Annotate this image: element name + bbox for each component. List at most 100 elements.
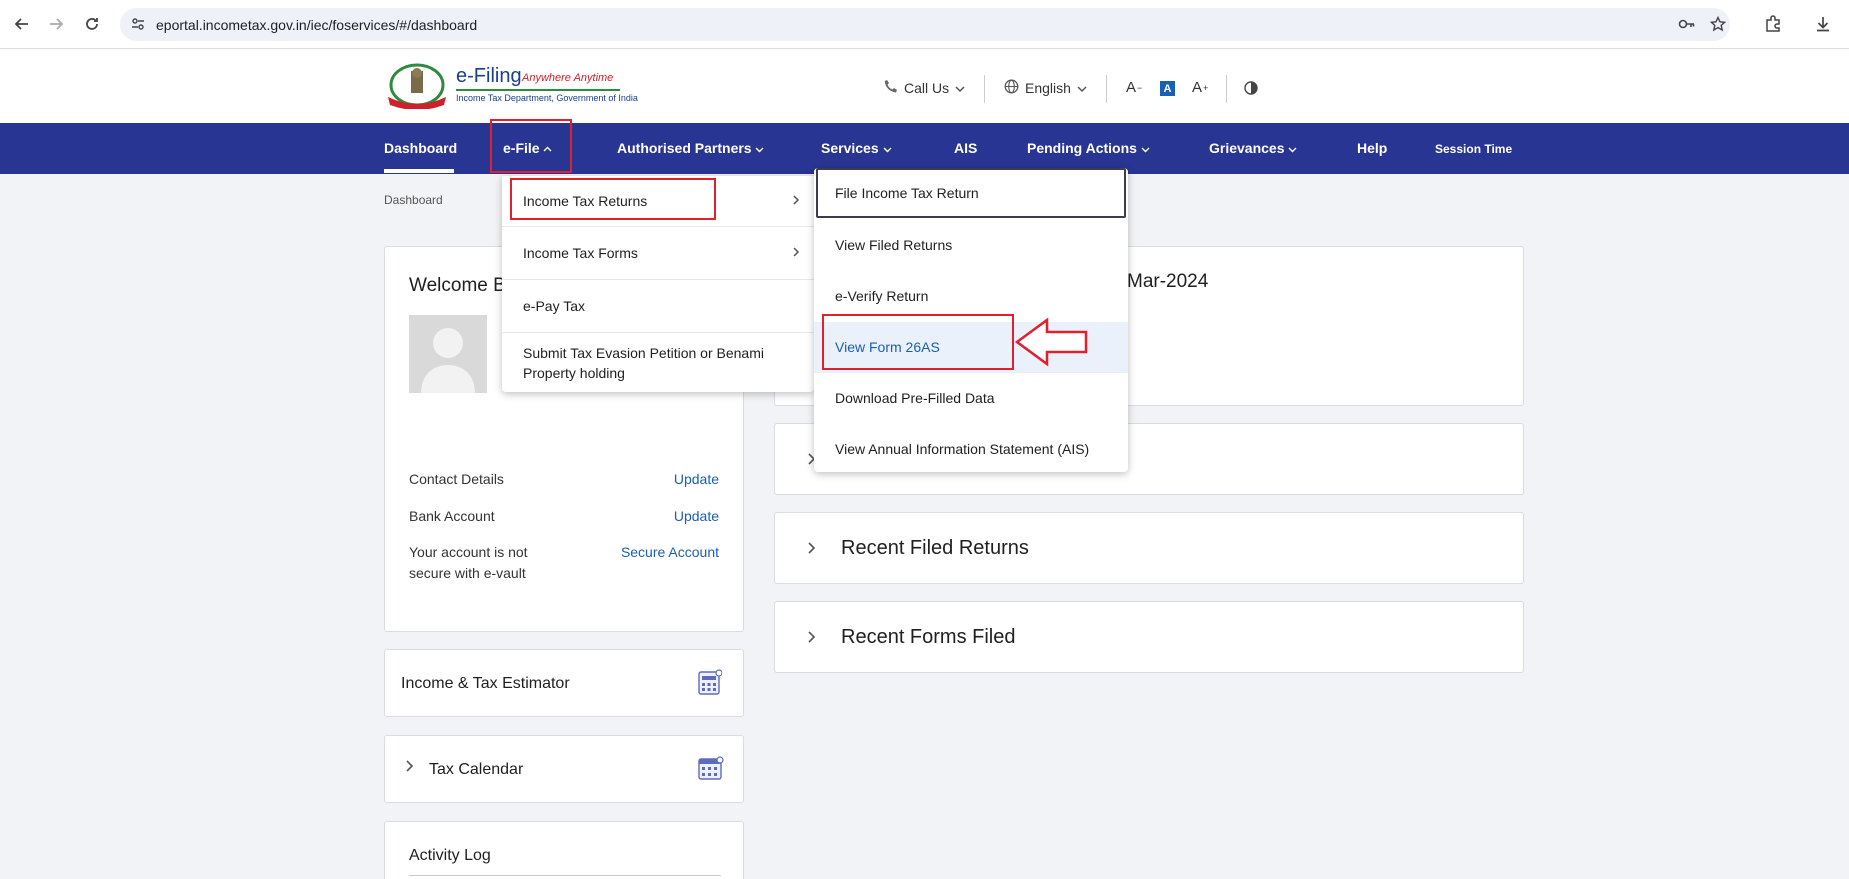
welcome-title: Welcome B: [409, 275, 506, 296]
bookmark-star-icon[interactable]: [1709, 15, 1727, 37]
globe-icon: [1004, 79, 1019, 97]
address-bar[interactable]: eportal.incometax.gov.in/iec/foservices/…: [120, 8, 1730, 41]
contact-details-label: Contact Details: [409, 471, 504, 487]
tax-estimator-title: Income & Tax Estimator: [401, 675, 570, 692]
logo-tagline: Anywhere Anytime: [522, 72, 614, 84]
nav-active-indicator: [384, 169, 454, 173]
session-time-label: Session Time: [1435, 142, 1513, 156]
chevron-down-icon: [955, 80, 965, 96]
menu-epay-tax-label: e-Pay Tax: [523, 298, 585, 314]
activity-log-card: Activity Log: [384, 821, 744, 879]
header-divider: [984, 75, 985, 103]
chevron-down-icon: [883, 140, 892, 156]
reload-icon[interactable]: [79, 11, 105, 37]
menu-income-tax-forms[interactable]: Income Tax Forms: [502, 227, 814, 280]
forward-icon[interactable]: [43, 11, 69, 37]
chevron-right-icon: [792, 176, 800, 227]
nav-pending-actions[interactable]: Pending Actions: [1027, 140, 1150, 156]
recent-filed-returns-title: Recent Filed Returns: [841, 537, 1029, 559]
nav-authorised-partners[interactable]: Authorised Partners: [617, 140, 764, 156]
url-text: eportal.incometax.gov.in/iec/foservices/…: [156, 17, 478, 33]
logo-title: e-Filing: [456, 65, 522, 87]
chevron-down-icon: [1141, 140, 1150, 156]
chevron-right-icon: [807, 630, 816, 649]
nav-services-label: Services: [821, 140, 879, 156]
menu-tax-evasion-petition[interactable]: Submit Tax Evasion Petition or Benami Pr…: [502, 333, 814, 392]
call-us-label: Call Us: [904, 79, 950, 96]
tax-calendar-title: Tax Calendar: [429, 761, 524, 778]
annotation-arrow-icon: [1014, 317, 1088, 367]
chevron-right-icon: [807, 541, 816, 560]
submenu-view-ais-label: View Annual Information Statement (AIS): [835, 441, 1090, 457]
bank-update-link[interactable]: Update: [674, 508, 719, 524]
nav-help[interactable]: Help: [1357, 140, 1387, 156]
font-increase-label: A: [1192, 79, 1203, 96]
submenu-view-filed-returns[interactable]: View Filed Returns: [814, 220, 1128, 271]
font-normal-button[interactable]: A: [1160, 81, 1175, 96]
avatar: [409, 315, 487, 393]
contact-update-link[interactable]: Update: [674, 471, 719, 487]
call-us-dropdown[interactable]: Call Us: [884, 79, 965, 96]
site-header: e-Filing Anywhere Anytime Income Tax Dep…: [0, 49, 1849, 123]
nav-ais[interactable]: AIS: [954, 140, 977, 156]
activity-divider: [409, 875, 721, 876]
font-increase-button[interactable]: A +: [1192, 79, 1208, 96]
annotation-box-form26as: [822, 314, 1014, 370]
phone-icon: [884, 79, 898, 96]
chevron-right-icon: [792, 227, 800, 280]
annotation-box-efile: [490, 119, 572, 173]
return-status-date: Mar-2024: [1127, 271, 1209, 292]
recent-filed-returns-card[interactable]: Recent Filed Returns: [774, 512, 1524, 584]
nav-grievances-label: Grievances: [1209, 140, 1285, 156]
nav-services[interactable]: Services: [821, 140, 892, 156]
breadcrumb[interactable]: Dashboard: [384, 193, 443, 207]
submenu-everify-return-label: e-Verify Return: [835, 288, 929, 304]
language-label: English: [1025, 80, 1071, 96]
calculator-icon: [698, 669, 723, 700]
activity-log-title: Activity Log: [409, 847, 491, 864]
secure-status-label: Your account is not secure with e-vault: [409, 544, 528, 581]
bank-account-label: Bank Account: [409, 508, 495, 524]
header-divider: [1106, 75, 1107, 103]
key-icon[interactable]: [1678, 16, 1696, 37]
font-normal-label: A: [1163, 82, 1172, 95]
menu-tax-evasion-petition-label: Submit Tax Evasion Petition or Benami Pr…: [523, 345, 764, 381]
submenu-file-itr-label: File Income Tax Return: [835, 185, 979, 201]
nav-grievances[interactable]: Grievances: [1209, 140, 1297, 156]
recent-forms-filed-card[interactable]: Recent Forms Filed: [774, 601, 1524, 673]
tax-calendar-card[interactable]: Tax Calendar: [384, 735, 744, 803]
browser-toolbar: eportal.incometax.gov.in/iec/foservices/…: [0, 0, 1849, 49]
calendar-icon: [698, 755, 724, 786]
emblem-logo-icon[interactable]: [384, 63, 450, 110]
language-dropdown[interactable]: English: [1004, 79, 1087, 97]
submenu-download-prefilled[interactable]: Download Pre-Filled Data: [814, 373, 1128, 424]
recent-forms-filed-title: Recent Forms Filed: [841, 626, 1016, 648]
contrast-toggle-icon[interactable]: [1244, 81, 1258, 95]
chevron-right-icon: [405, 759, 414, 778]
logo-subtitle: Income Tax Department, Government of Ind…: [456, 93, 638, 103]
nav-authorised-partners-label: Authorised Partners: [617, 140, 752, 156]
submenu-view-filed-returns-label: View Filed Returns: [835, 237, 953, 253]
chevron-down-icon: [755, 140, 764, 156]
download-icon[interactable]: [1810, 11, 1836, 37]
nav-dashboard[interactable]: Dashboard: [384, 140, 457, 156]
nav-pending-actions-label: Pending Actions: [1027, 140, 1137, 156]
back-icon[interactable]: [9, 11, 35, 37]
submenu-view-ais[interactable]: View Annual Information Statement (AIS): [814, 424, 1128, 475]
menu-epay-tax[interactable]: e-Pay Tax: [502, 280, 814, 333]
header-divider: [1226, 75, 1227, 103]
extensions-icon[interactable]: [1760, 11, 1786, 37]
submenu-download-prefilled-label: Download Pre-Filled Data: [835, 390, 995, 406]
tax-estimator-card[interactable]: Income & Tax Estimator: [384, 649, 744, 717]
font-decrease-label: A: [1126, 79, 1137, 96]
site-settings-icon[interactable]: [130, 16, 146, 37]
chevron-down-icon: [1288, 140, 1297, 156]
secure-account-link[interactable]: Secure Account: [621, 544, 719, 560]
annotation-box-itr: [510, 178, 716, 220]
font-decrease-button[interactable]: A −: [1126, 79, 1142, 96]
submenu-file-itr[interactable]: File Income Tax Return: [816, 168, 1126, 218]
menu-income-tax-forms-label: Income Tax Forms: [523, 245, 638, 261]
chevron-down-icon: [1077, 80, 1087, 96]
main-navbar: Dashboard e-File Authorised Partners Ser…: [0, 123, 1849, 174]
logo-divider: [456, 89, 620, 91]
